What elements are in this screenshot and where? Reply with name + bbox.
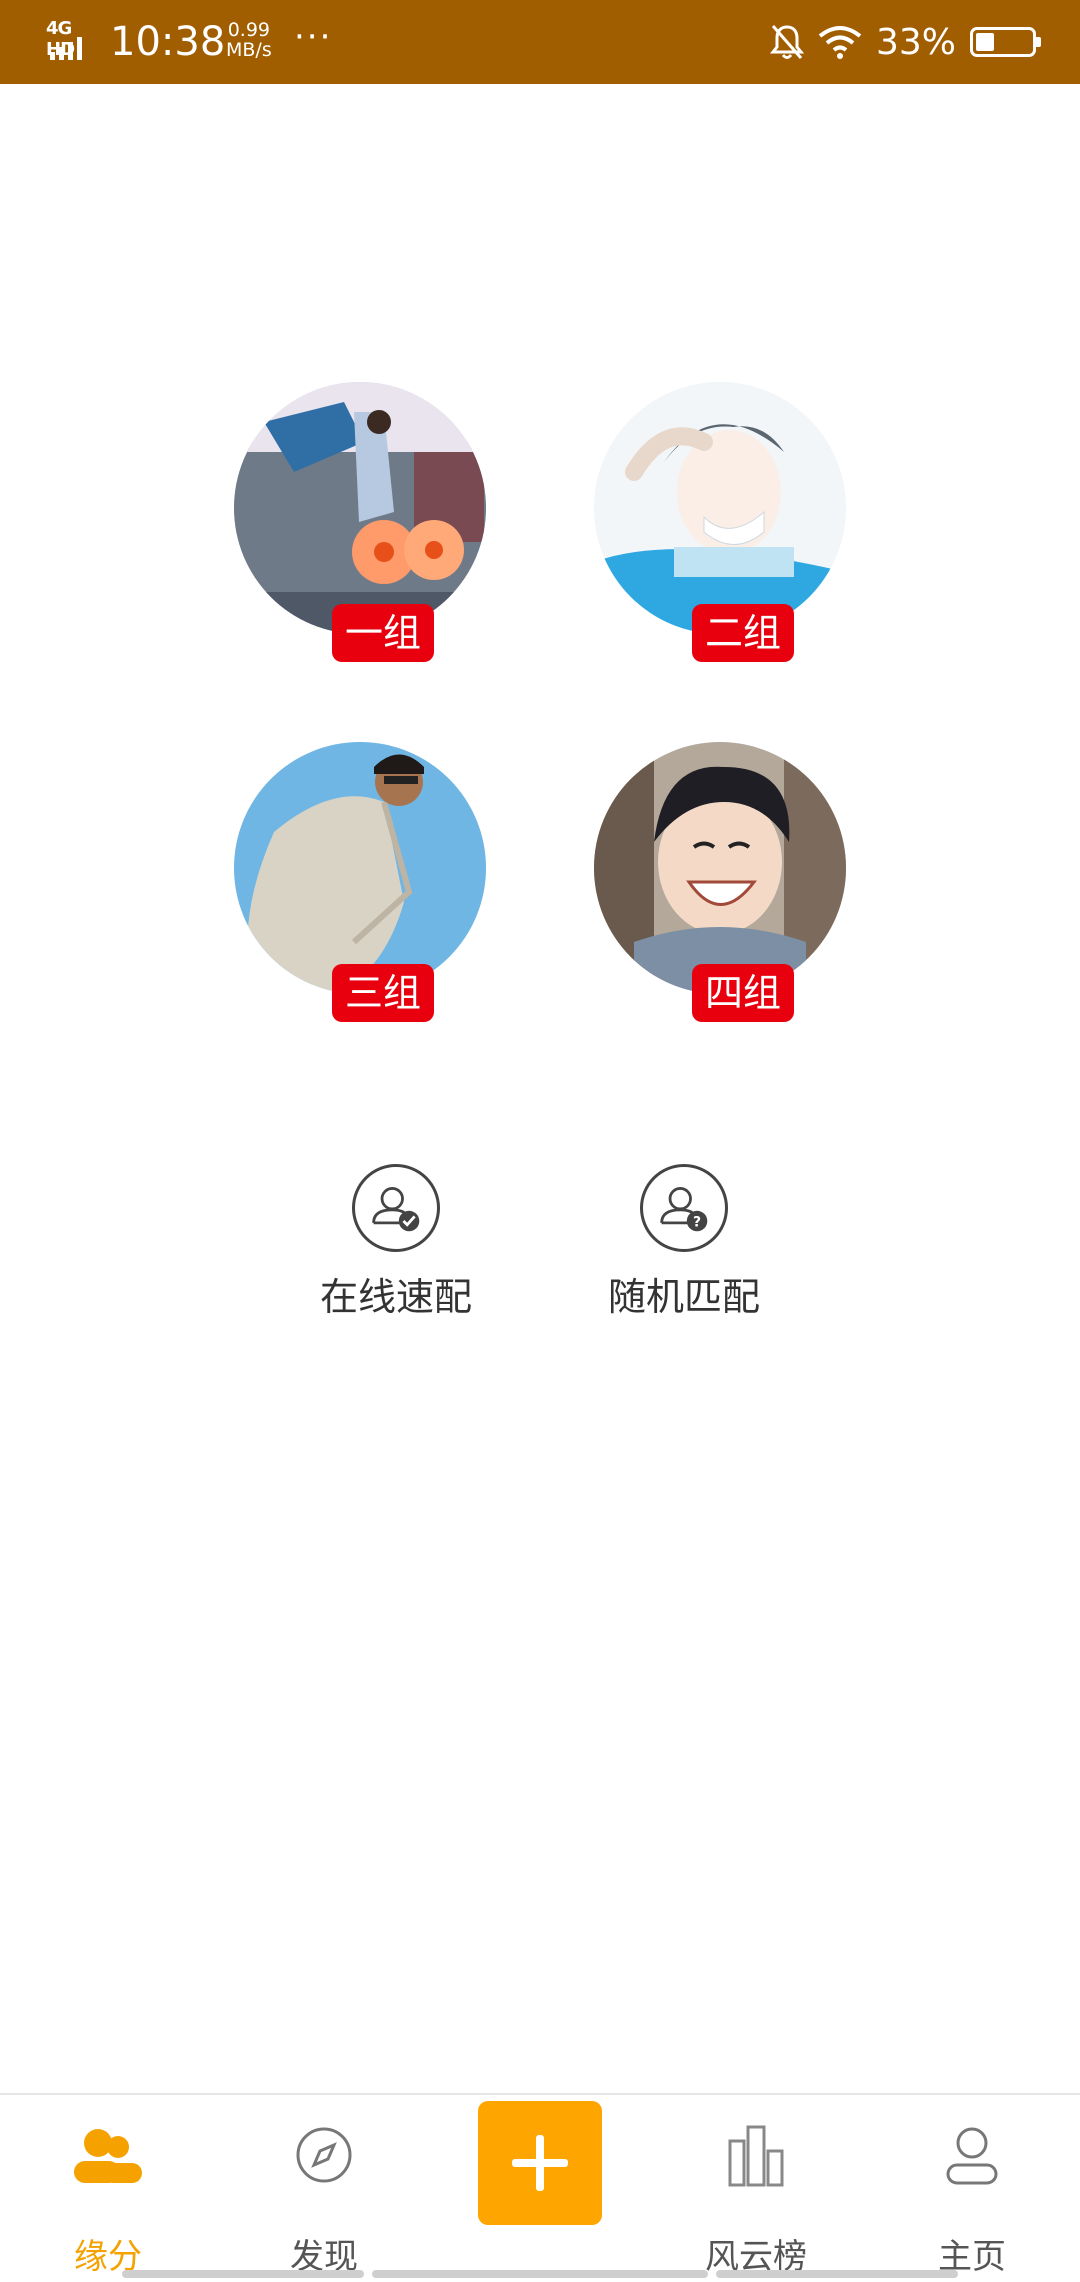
- group-tag: 一组: [332, 604, 434, 662]
- svg-text:?: ?: [693, 1215, 701, 1231]
- gesture-bar: [372, 2270, 708, 2278]
- nav-item-ranking[interactable]: 风云榜: [676, 2095, 836, 2282]
- status-bar: 4G HD 10:38 0.99 MB/s ··· 33%: [0, 0, 1080, 84]
- wifi-icon: [818, 26, 862, 59]
- group-three[interactable]: 三组: [234, 742, 486, 1032]
- users-icon: [74, 2129, 142, 2183]
- network-speed: 0.99 MB/s: [226, 19, 272, 61]
- signal-icon: 4G HD: [46, 18, 98, 60]
- gesture-bar: [716, 2270, 958, 2278]
- avatar-photo-boy-smiling[interactable]: [594, 742, 846, 994]
- profile-icon: [946, 2127, 998, 2185]
- group-two[interactable]: 二组: [594, 382, 846, 672]
- gesture-bar: [122, 2270, 364, 2278]
- group-tag: 三组: [332, 964, 434, 1022]
- avatar-photo-man-jacket[interactable]: [234, 742, 486, 994]
- random-match-button[interactable]: ? 随机匹配: [584, 1164, 784, 1334]
- nav-item-discover[interactable]: 发现: [244, 2095, 404, 2282]
- online-quick-match-button[interactable]: 在线速配: [296, 1164, 496, 1334]
- more-dots-icon: ···: [294, 17, 333, 57]
- avatar-photo-girl-on-boat[interactable]: [234, 382, 486, 634]
- plus-icon[interactable]: [478, 2101, 602, 2225]
- group-one[interactable]: 一组: [234, 382, 486, 672]
- nav-item-home[interactable]: 主页: [892, 2095, 1052, 2282]
- group-tag: 四组: [692, 964, 794, 1022]
- battery-icon: [970, 27, 1041, 57]
- nav-item-fate[interactable]: 缘分: [28, 2095, 188, 2282]
- action-label: 随机匹配: [607, 1275, 760, 1319]
- group-four[interactable]: 四组: [594, 742, 846, 1032]
- avatar-anime-boy[interactable]: [594, 382, 846, 634]
- bell-off-icon: [769, 25, 804, 59]
- ranking-icon: [728, 2125, 784, 2187]
- user-check-icon: [352, 1164, 440, 1252]
- clock: 10:38: [110, 19, 226, 65]
- action-label: 在线速配: [319, 1275, 472, 1319]
- battery-percent: 33%: [875, 21, 956, 63]
- compass-icon: [296, 2127, 352, 2183]
- user-question-icon: ?: [640, 1164, 728, 1252]
- group-tag: 二组: [692, 604, 794, 662]
- bottom-navigation: 缘分 发现 风云榜 主页: [0, 2093, 1080, 2282]
